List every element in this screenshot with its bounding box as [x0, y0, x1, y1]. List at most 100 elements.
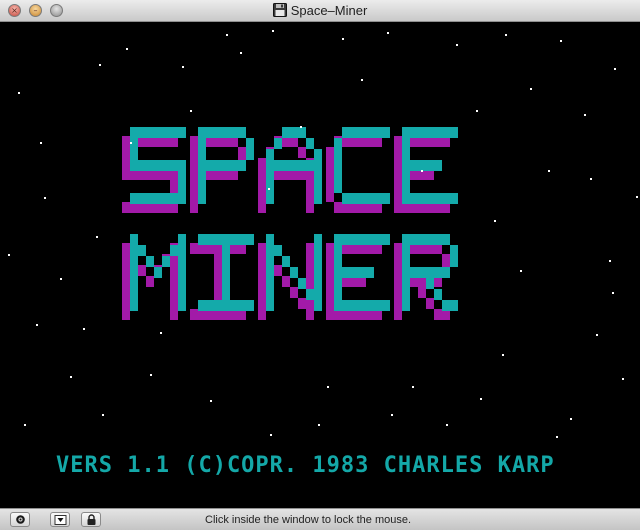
- logo-block: [418, 234, 426, 245]
- logo-block: [366, 193, 374, 204]
- logo-shadow-block: [426, 298, 434, 309]
- logo-block: [434, 267, 442, 278]
- logo-block: [222, 160, 230, 171]
- lock-icon: [87, 514, 96, 525]
- logo-block: [170, 160, 178, 171]
- logo-shadow-block: [394, 265, 402, 276]
- star: [456, 44, 458, 46]
- magnifier-button[interactable]: [10, 512, 30, 527]
- star: [530, 88, 532, 90]
- logo-block: [314, 149, 322, 160]
- minimize-icon: –: [33, 6, 38, 15]
- logo-shadow-block: [258, 298, 266, 309]
- logo-block: [382, 300, 390, 311]
- star: [614, 68, 616, 70]
- star: [609, 260, 611, 262]
- star: [150, 374, 152, 376]
- logo-block: [374, 234, 382, 245]
- logo-block: [266, 149, 274, 160]
- logo-block: [290, 160, 298, 171]
- star: [570, 418, 572, 420]
- logo-block: [266, 278, 274, 289]
- logo-block: [138, 127, 146, 138]
- star: [240, 52, 242, 54]
- logo-shadow-block: [326, 276, 334, 287]
- logo-shadow-block: [282, 276, 290, 287]
- logo-block: [230, 127, 238, 138]
- logo-shadow-block: [214, 265, 222, 276]
- game-screen[interactable]: VERS 1.1 (C)COPR. 1983 CHARLES KARP: [0, 22, 640, 508]
- logo-shadow-block: [326, 147, 334, 158]
- logo-shadow-block: [326, 180, 334, 191]
- logo-block: [418, 267, 426, 278]
- logo-block: [130, 149, 138, 160]
- minimize-button[interactable]: –: [29, 4, 42, 17]
- logo-shadow-block: [146, 276, 154, 287]
- window-title: Space–Miner: [290, 3, 368, 18]
- logo-block: [314, 256, 322, 267]
- logo-shadow-block: [326, 298, 334, 309]
- logo-block: [434, 127, 442, 138]
- logo-shadow-block: [298, 147, 306, 158]
- logo-shadow-block: [122, 254, 130, 265]
- logo-block: [266, 300, 274, 311]
- logo-shadow-block: [122, 202, 130, 213]
- logo-block: [314, 267, 322, 278]
- star: [70, 376, 72, 378]
- star: [520, 270, 522, 272]
- logo-shadow-block: [190, 191, 198, 202]
- logo-block: [334, 300, 342, 311]
- logo-block: [418, 127, 426, 138]
- logo-shadow-block: [258, 191, 266, 202]
- logo-block: [170, 245, 178, 256]
- star: [387, 32, 389, 34]
- close-button[interactable]: ×: [8, 4, 21, 17]
- logo-block: [382, 234, 390, 245]
- logo-block: [410, 234, 418, 245]
- logo-block: [306, 160, 314, 171]
- logo-block: [130, 160, 138, 171]
- logo-shadow-block: [122, 276, 130, 287]
- logo-block: [178, 267, 186, 278]
- star: [505, 34, 507, 36]
- logo-block: [450, 193, 458, 204]
- logo-shadow-block: [326, 169, 334, 180]
- logo-block: [314, 160, 322, 171]
- logo-shadow-block: [190, 136, 198, 147]
- star: [226, 34, 228, 36]
- logo-shadow-block: [122, 169, 130, 180]
- logo-shadow-block: [326, 254, 334, 265]
- logo-block: [410, 127, 418, 138]
- logo-block: [246, 234, 254, 245]
- logo-shadow-block: [122, 287, 130, 298]
- menu-dropdown-button[interactable]: [50, 512, 70, 527]
- star: [130, 142, 132, 144]
- logo-block: [402, 138, 410, 149]
- logo-block: [426, 193, 434, 204]
- logo-block: [434, 160, 442, 171]
- logo-block: [426, 127, 434, 138]
- floppy-disk-icon: [272, 3, 287, 17]
- logo-block: [298, 278, 306, 289]
- logo-block: [334, 267, 342, 278]
- logo-block: [450, 245, 458, 256]
- lock-button[interactable]: [81, 512, 101, 527]
- logo-block: [206, 234, 214, 245]
- logo-block: [298, 127, 306, 138]
- title-bar[interactable]: × – Space–Miner: [0, 0, 640, 22]
- space-miner-logo: [122, 127, 458, 320]
- magnifier-icon: [16, 515, 25, 524]
- zoom-button[interactable]: [50, 4, 63, 17]
- logo-block: [402, 234, 410, 245]
- logo-block: [222, 245, 230, 256]
- logo-shadow-block: [306, 243, 314, 254]
- logo-block: [314, 289, 322, 300]
- logo-block: [358, 300, 366, 311]
- logo-shadow-block: [298, 298, 306, 309]
- logo-shadow-block: [334, 202, 342, 213]
- logo-shadow-block: [170, 287, 178, 298]
- logo-block: [266, 245, 274, 256]
- logo-shadow-block: [306, 309, 314, 320]
- logo-block: [222, 300, 230, 311]
- logo-block: [434, 234, 442, 245]
